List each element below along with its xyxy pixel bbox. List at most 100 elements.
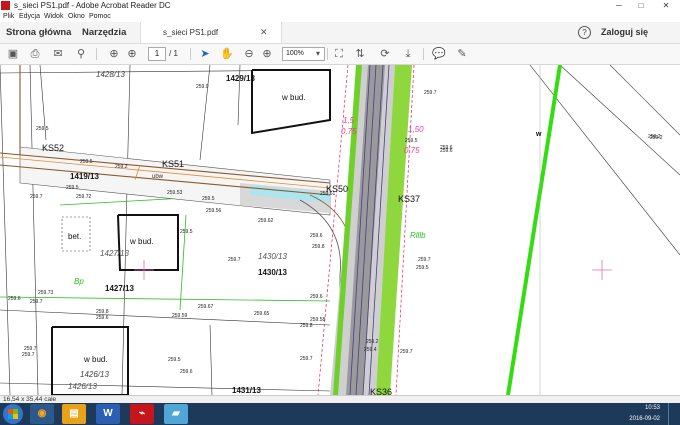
map-symbol-label: w [535, 131, 542, 138]
select-cursor-icon[interactable]: ➤ [198, 44, 212, 64]
manhole-label: KS52 [42, 143, 64, 153]
parcel-label-faint: 1427/13 [100, 249, 129, 258]
elevation-label: 259.0 [196, 84, 209, 90]
pipe-dimension-label: 0,75 [341, 127, 357, 136]
taskbar-app-icon[interactable]: ▰ [164, 404, 188, 424]
email-icon[interactable]: ✉ [51, 44, 65, 64]
elevation-label: 259.62 [258, 218, 274, 224]
toolbar-divider [190, 48, 191, 60]
elevation-label: 259.65 [254, 311, 270, 317]
elevation-label: 259.5 [416, 265, 429, 271]
maximize-button[interactable]: □ [630, 0, 652, 11]
previous-page-icon[interactable]: ⊕ [107, 44, 121, 64]
elevation-label: 259.2 [648, 134, 661, 140]
pipe-dimension-label: 1,50 [408, 125, 424, 134]
highlight-pen-icon[interactable]: ✎ [455, 44, 469, 64]
nav-bar: Strona główna Narzędzia s_sieci PS1.pdf … [0, 22, 680, 44]
menu-window[interactable]: Okno [68, 11, 85, 22]
elevation-label: 259.7 [22, 352, 35, 358]
save-icon[interactable]: ▣ [6, 44, 20, 64]
menu-edit[interactable]: Edycja [19, 11, 40, 22]
menu-view[interactable]: Widok [44, 11, 63, 22]
zoom-in-icon[interactable]: ⊕ [260, 44, 274, 64]
tab-document[interactable]: s_sieci PS1.pdf ✕ [140, 22, 282, 43]
building-label: w bud. [281, 93, 306, 102]
system-clock[interactable]: 10:53 2016-09-02 [604, 403, 660, 425]
building-label: w bud. [129, 237, 154, 246]
elevation-label: 259.59 [172, 313, 188, 319]
land-class-label: Bp [74, 277, 84, 286]
title-bar: s_sieci PS1.pdf - Adobe Acrobat Reader D… [0, 0, 680, 11]
acrobat-app-icon [1, 1, 10, 10]
taskbar: ◉ ▤ W ⌁ ▰ 10:53 2016-09-02 [0, 403, 680, 425]
manhole-label: KS51 [162, 159, 184, 169]
elevation-label: 259.58 [310, 317, 326, 323]
print-icon[interactable]: ⎙ [28, 44, 42, 64]
parcel-label: 1428/13 [96, 70, 125, 79]
map-drawing: 1428/13 1429/13 1419/13 1427/13 1430/13 … [0, 65, 680, 395]
help-icon[interactable]: ? [578, 26, 591, 39]
taskbar-acrobat-icon[interactable]: ⌁ [130, 404, 154, 424]
manhole-label: KS36 [370, 387, 392, 395]
elevation-label: 259.5 [202, 196, 215, 202]
concrete-label: bet. [68, 232, 81, 241]
elevation-label: 259.2 [366, 339, 379, 345]
elevation-label: 259.7 [400, 349, 413, 355]
close-tab-icon[interactable]: ✕ [260, 22, 268, 43]
elevation-label: 259.5 [168, 357, 181, 363]
elevation-label: 259.56 [206, 208, 222, 214]
elevation-label: 259.5 [405, 138, 418, 144]
elevation-label: 259.67 [198, 304, 214, 310]
elevation-label: 259.7 [418, 257, 431, 263]
rotate-icon[interactable]: ⟳ [378, 44, 392, 64]
next-page-icon[interactable]: ⊕ [125, 44, 139, 64]
read-mode-icon[interactable]: ⤓ [401, 44, 415, 64]
elevation-label: 259.2 [115, 164, 128, 170]
land-class-label: Rlllb [410, 231, 426, 240]
tab-home[interactable]: Strona główna [6, 22, 71, 43]
chevron-down-icon[interactable]: ▾ [311, 44, 325, 64]
page-number-input[interactable]: 1 [148, 47, 166, 61]
search-icon[interactable]: ⚲ [74, 44, 88, 64]
show-desktop-button[interactable] [668, 403, 680, 425]
elevation-label: 259.8 [300, 323, 313, 329]
hand-tool-icon[interactable]: ✋ [220, 44, 234, 64]
parcel-label: 1426/13 [80, 370, 109, 379]
sign-in-button[interactable]: Zaloguj się [601, 22, 648, 43]
parcel-label: 1427/13 [105, 284, 134, 293]
elevation-label: 259.6 [8, 296, 21, 302]
zoom-out-icon[interactable]: ⊖ [242, 44, 256, 64]
menu-help[interactable]: Pomoc [89, 11, 111, 22]
elevation-label: 259.5 [180, 229, 193, 235]
elevation-label: 259.7 [228, 257, 241, 263]
tab-tools[interactable]: Narzędzia [82, 22, 126, 43]
elevation-label: 259.6 [180, 369, 193, 375]
parcel-label: 1431/13 [232, 386, 261, 395]
close-window-button[interactable]: ✕ [652, 0, 680, 11]
comment-icon[interactable]: 💬 [432, 44, 446, 64]
taskbar-firefox-icon[interactable]: ◉ [30, 404, 54, 424]
elevation-label: 259.5 [36, 126, 49, 132]
menu-file[interactable]: Plik [3, 11, 14, 22]
minimize-button[interactable]: ─ [608, 0, 630, 11]
fit-page-icon[interactable]: ⛶ [332, 44, 346, 64]
window-controls: ─ □ ✕ [608, 0, 680, 11]
elevation-label: 259.6 [440, 145, 453, 151]
toolbar-divider [423, 48, 424, 60]
elevation-label: 259.6 [310, 233, 323, 239]
elevation-label: 259.73 [38, 290, 54, 296]
page-total: / 1 [169, 49, 178, 58]
parcel-label: 1429/13 [226, 74, 255, 83]
elevation-label: 259.5 [80, 159, 93, 165]
parcel-label-faint: 1426/13 [68, 382, 97, 391]
taskbar-word-icon[interactable]: W [96, 404, 120, 424]
map-symbol-label: ubw [152, 174, 164, 180]
taskbar-files-icon[interactable]: ▤ [62, 404, 86, 424]
scroll-mode-icon[interactable]: ⇅ [353, 44, 367, 64]
elevation-label: 259.7 [30, 299, 43, 305]
elevation-label: 259.7 [300, 356, 313, 362]
document-view[interactable]: 1428/13 1429/13 1419/13 1427/13 1430/13 … [0, 65, 680, 395]
start-button[interactable] [3, 404, 23, 424]
elevation-label: 259.4 [364, 347, 377, 353]
pipe-dimension-label: 1,5 [343, 116, 355, 125]
